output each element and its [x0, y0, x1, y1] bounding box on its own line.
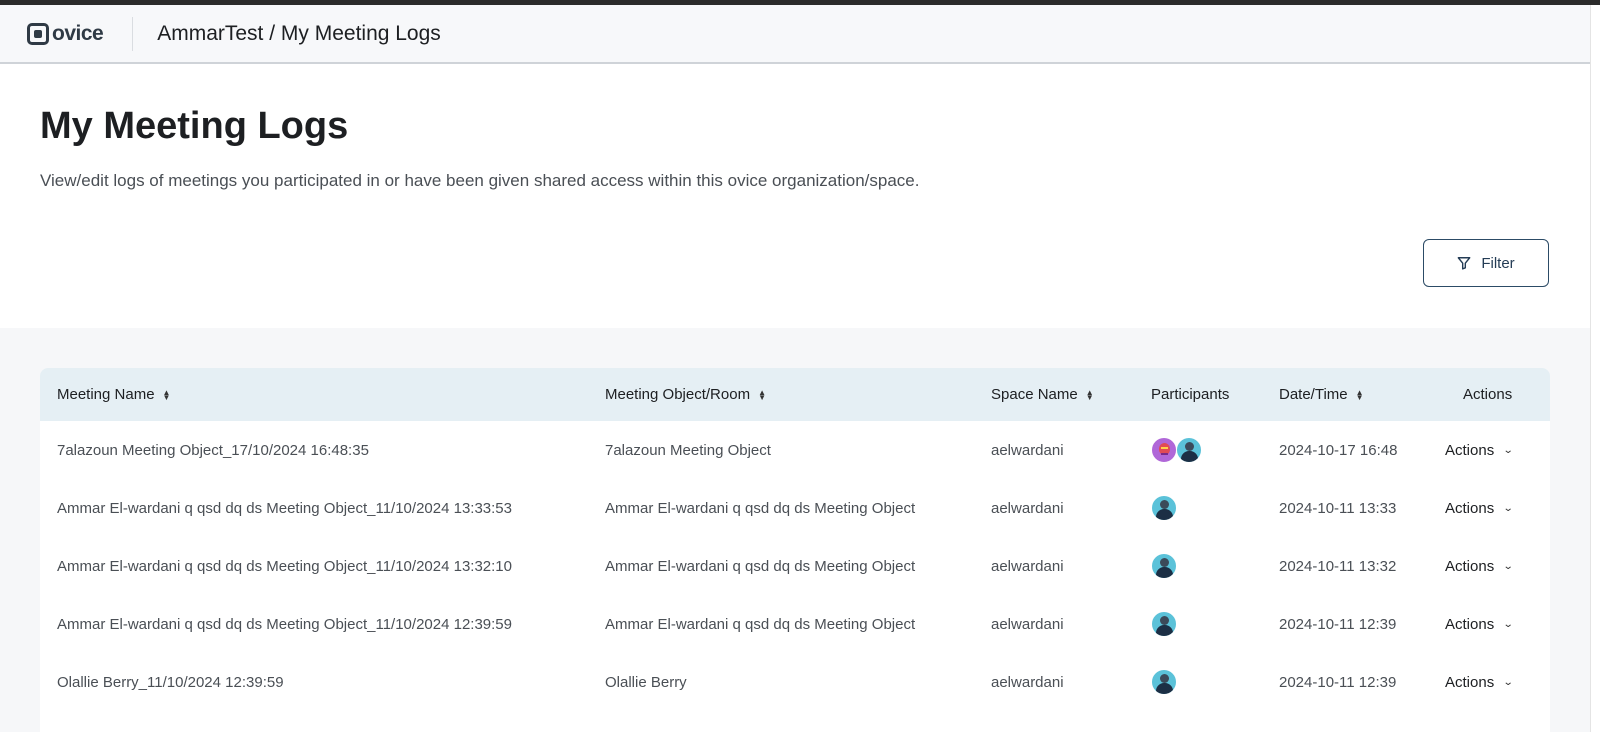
- participant-avatars: [1151, 611, 1177, 637]
- datetime-cell: 2024-10-11 13:33: [1279, 499, 1397, 517]
- meeting-room-cell: Ammar El-wardani q qsd dq ds Meeting Obj…: [605, 499, 916, 517]
- chevron-down-icon: ⌄: [1502, 676, 1514, 688]
- column-header-space-name[interactable]: Space Name ▲ ▼: [991, 386, 1094, 403]
- column-header-datetime[interactable]: Date/Time ▲ ▼: [1279, 386, 1364, 403]
- participants-cell: [1151, 479, 1177, 537]
- space-name-cell: aelwardani: [991, 499, 1064, 517]
- header-divider: [132, 16, 134, 51]
- filter-label: Filter: [1481, 254, 1515, 272]
- participant-avatars: [1151, 495, 1177, 521]
- chevron-down-icon: ⌄: [1502, 444, 1514, 456]
- space-name-cell: aelwardani: [991, 441, 1064, 459]
- meeting-name-cell[interactable]: 7alazoun Meeting Object_17/10/2024 16:48…: [57, 421, 369, 479]
- actions-dropdown[interactable]: Actions ⌄: [1445, 537, 1514, 595]
- column-header-participants: Participants: [1151, 386, 1230, 403]
- chevron-down-icon: ⌄: [1502, 618, 1514, 630]
- breadcrumb: AmmarTest / My Meeting Logs: [157, 21, 441, 45]
- sort-icon: ▲ ▼: [1085, 387, 1094, 402]
- meeting-name-cell[interactable]: Ammar El-wardani q qsd dq ds Meeting Obj…: [57, 479, 512, 537]
- table-row[interactable]: 7alazoun Meeting Object_17/10/2024 16:48…: [40, 421, 1550, 479]
- participant-avatars: [1151, 553, 1177, 579]
- actions-dropdown[interactable]: Actions ⌄: [1445, 479, 1514, 537]
- participants-cell: [1151, 421, 1202, 479]
- datetime-cell: 2024-10-11 12:39: [1279, 615, 1397, 633]
- meeting-name-cell[interactable]: Ammar El-wardani q qsd dq ds Meeting Obj…: [57, 595, 512, 653]
- person-avatar: [1176, 437, 1202, 463]
- table-row[interactable]: Olallie Berry_11/10/2024 12:39:59 Olalli…: [40, 653, 1550, 711]
- meeting-name-cell[interactable]: Ammar El-wardani q qsd dq ds Meeting Obj…: [57, 537, 512, 595]
- table-header: Meeting Name ▲ ▼ Meeting Object/Room ▲ ▼ S…: [40, 368, 1550, 421]
- alien-avatar: [1151, 437, 1177, 463]
- sort-icon: ▲ ▼: [162, 387, 171, 402]
- space-name-cell: aelwardani: [991, 557, 1064, 575]
- datetime-cell: 2024-10-11 13:32: [1279, 557, 1397, 575]
- person-avatar: [1151, 611, 1177, 637]
- column-header-actions: Actions: [1463, 386, 1513, 403]
- meeting-room-cell: Ammar El-wardani q qsd dq ds Meeting Obj…: [605, 615, 916, 633]
- column-header-meeting-room[interactable]: Meeting Object/Room ▲ ▼: [605, 386, 766, 403]
- actions-dropdown[interactable]: Actions ⌄: [1445, 421, 1514, 479]
- ovice-logo[interactable]: ovice: [27, 19, 104, 49]
- meeting-logs-table: Meeting Name ▲ ▼ Meeting Object/Room ▲ ▼ S…: [40, 368, 1550, 732]
- actions-dropdown[interactable]: Actions ⌄: [1445, 653, 1514, 711]
- actions-dropdown[interactable]: Actions ⌄: [1445, 595, 1514, 653]
- person-avatar: [1151, 669, 1177, 695]
- ovice-logo-icon: [27, 22, 49, 45]
- meeting-room-cell: Ammar El-wardani q qsd dq ds Meeting Obj…: [605, 557, 916, 575]
- chevron-down-icon: ⌄: [1502, 502, 1514, 514]
- chevron-down-icon: ⌄: [1502, 560, 1514, 572]
- funnel-icon: [1457, 257, 1471, 270]
- datetime-cell: 2024-10-17 16:48: [1279, 441, 1398, 459]
- participants-cell: [1151, 653, 1177, 711]
- scrollbar[interactable]: [1590, 5, 1600, 732]
- table-row[interactable]: Ammar El-wardani q qsd dq ds Meeting Obj…: [40, 537, 1550, 595]
- participant-avatars: [1151, 437, 1202, 463]
- table-body: 7alazoun Meeting Object_17/10/2024 16:48…: [40, 421, 1550, 711]
- person-avatar: [1151, 495, 1177, 521]
- page-description: View/edit logs of meetings you participa…: [40, 171, 920, 190]
- datetime-cell: 2024-10-11 12:39: [1279, 673, 1397, 691]
- column-header-meeting-name[interactable]: Meeting Name ▲ ▼: [57, 386, 170, 403]
- page-title: My Meeting Logs: [40, 105, 349, 147]
- top-bar: ovice AmmarTest / My Meeting Logs: [0, 5, 1590, 64]
- app-window: ovice AmmarTest / My Meeting Logs My Mee…: [0, 5, 1590, 732]
- space-name-cell: aelwardani: [991, 673, 1064, 691]
- meeting-room-cell: Olallie Berry: [605, 673, 687, 691]
- table-area: Meeting Name ▲ ▼ Meeting Object/Room ▲ ▼ S…: [0, 328, 1590, 732]
- participants-cell: [1151, 595, 1177, 653]
- meeting-name-cell[interactable]: Olallie Berry_11/10/2024 12:39:59: [57, 653, 284, 711]
- meeting-room-cell: 7alazoun Meeting Object: [605, 441, 771, 459]
- logo-text: ovice: [52, 21, 104, 45]
- participant-avatars: [1151, 669, 1177, 695]
- table-row[interactable]: Ammar El-wardani q qsd dq ds Meeting Obj…: [40, 595, 1550, 653]
- sort-icon: ▲ ▼: [758, 387, 766, 402]
- space-name-cell: aelwardani: [991, 615, 1064, 633]
- person-avatar: [1151, 553, 1177, 579]
- filter-button[interactable]: Filter: [1423, 239, 1549, 287]
- participants-cell: [1151, 537, 1177, 595]
- sort-icon: ▲ ▼: [1355, 387, 1364, 402]
- table-row[interactable]: Ammar El-wardani q qsd dq ds Meeting Obj…: [40, 479, 1550, 537]
